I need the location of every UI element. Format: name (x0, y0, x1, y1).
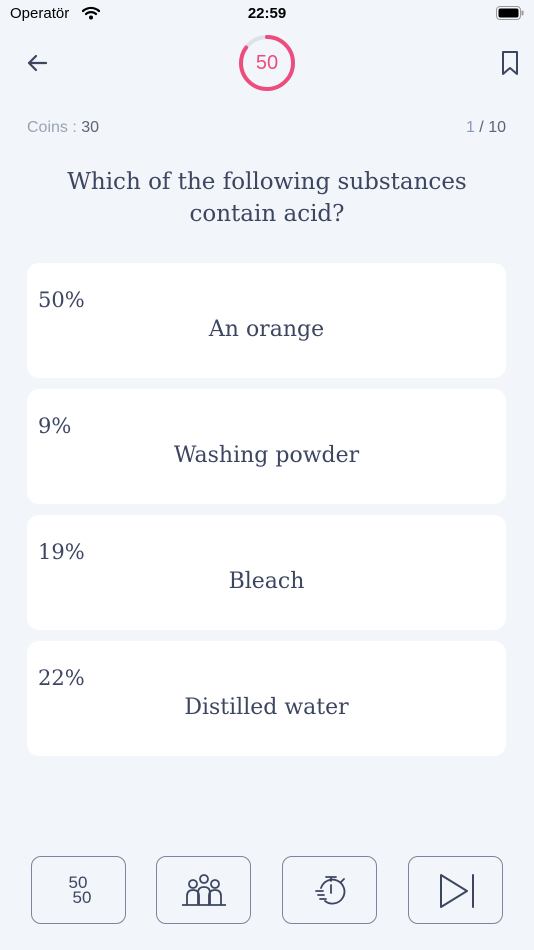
arrow-left-icon (27, 54, 48, 72)
answer-option[interactable]: 19% Bleach (27, 515, 506, 630)
answer-text: Washing powder (173, 443, 360, 468)
battery-icon (496, 6, 524, 25)
coins-value: 30 (81, 119, 100, 136)
coins-counter: Coins : 30 (27, 119, 99, 137)
answer-option[interactable]: 9% Washing powder (27, 389, 506, 504)
answer-option[interactable]: 22% Distilled water (27, 641, 506, 756)
answer-percent: 50% (38, 288, 85, 312)
stopwatch-icon (315, 876, 346, 905)
svg-text:50: 50 (73, 888, 92, 907)
answer-option[interactable]: 50% An orange (27, 263, 506, 378)
answer-text: Bleach (228, 569, 305, 594)
back-button[interactable] (22, 48, 52, 78)
progress-total: / 10 (474, 119, 506, 136)
fifty-fifty-button[interactable]: 50 50 (31, 856, 126, 924)
bookmark-button[interactable] (498, 48, 524, 78)
extra-time-button[interactable] (282, 856, 377, 924)
fifty-fifty-icon: 50 50 (69, 873, 92, 907)
answer-text: An orange (208, 317, 325, 342)
audience-button[interactable] (156, 856, 251, 924)
answer-text: Distilled water (184, 695, 349, 720)
coins-label: Coins : (27, 119, 82, 136)
progress-current: 1 (465, 119, 475, 136)
answer-percent: 9% (38, 414, 72, 438)
question-text: Which of the following substances contai… (67, 169, 467, 227)
answer-percent: 19% (38, 540, 85, 564)
question-progress: 1 / 10 (466, 119, 506, 137)
timer-value: 50 (255, 52, 279, 74)
clock: 22:59 (247, 5, 287, 22)
bookmark-icon (502, 51, 518, 75)
countdown-timer: 50 (237, 33, 297, 93)
skip-button[interactable] (408, 856, 503, 924)
audience-icon (182, 874, 226, 906)
skip-icon (440, 874, 474, 908)
answer-percent: 22% (38, 666, 85, 690)
status-bar: Operatör 22:59 (0, 0, 534, 28)
